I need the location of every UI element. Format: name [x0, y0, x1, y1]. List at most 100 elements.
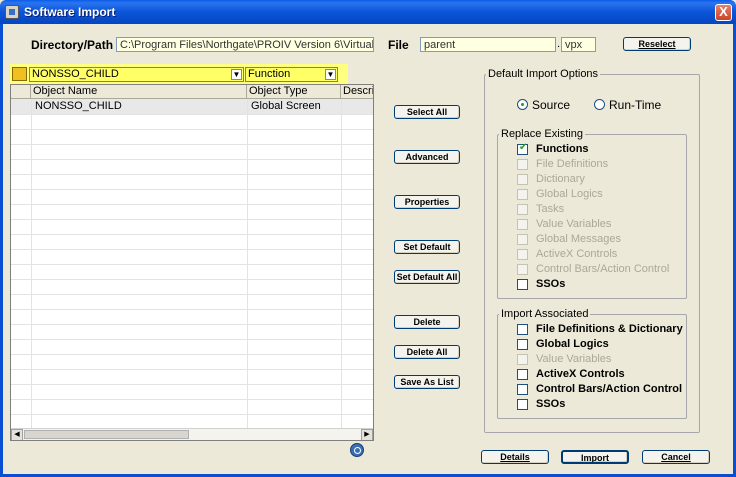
reselect-label: Reselect — [638, 39, 676, 49]
grid-line — [11, 399, 373, 400]
import-associated-legend: Import Associated — [499, 308, 591, 320]
runtime-radio[interactable] — [594, 99, 605, 110]
grid-line — [11, 129, 373, 130]
reselect-button[interactable]: Reselect — [623, 37, 691, 51]
properties-button[interactable]: Properties — [394, 195, 460, 209]
grid-line — [11, 264, 373, 265]
file-dot: . — [557, 38, 561, 50]
import-associated-checkbox[interactable] — [517, 369, 528, 380]
object-name-combo-value: NONSSO_CHILD — [32, 68, 119, 80]
object-type-combo-value: Function — [248, 68, 291, 80]
file-name-field[interactable]: parent — [420, 37, 556, 52]
grid-line — [11, 294, 373, 295]
import-associated-label: ActiveX Controls — [536, 368, 625, 380]
column-header-description[interactable]: Descri — [341, 85, 373, 99]
save-as-list-button[interactable]: Save As List — [394, 375, 460, 389]
grid-line — [11, 174, 373, 175]
replace-existing-legend: Replace Existing — [499, 128, 585, 140]
replace-existing-label: ActiveX Controls — [536, 248, 618, 260]
grid-line — [11, 384, 373, 385]
grid-line — [11, 414, 373, 415]
grid-line — [11, 324, 373, 325]
cancel-button[interactable]: Cancel — [642, 450, 710, 464]
directory-label: Directory/Path — [31, 38, 114, 52]
object-name-combo[interactable]: NONSSO_CHILD ▼ — [29, 67, 244, 82]
horizontal-scrollbar[interactable]: ◀ ▶ — [11, 428, 373, 440]
select-all-button[interactable]: Select All — [394, 105, 460, 119]
import-associated-label: Control Bars/Action Control — [536, 383, 683, 395]
import-button[interactable]: Import — [561, 450, 629, 464]
cancel-label: Cancel — [661, 452, 691, 462]
details-button[interactable]: Details — [481, 450, 549, 464]
row-header-corner — [11, 85, 31, 99]
grid-line — [11, 144, 373, 145]
object-grid[interactable]: Object Name Object Type Descri NONSSO_CH… — [10, 84, 374, 441]
replace-existing-checkbox — [517, 264, 528, 275]
import-associated-label: File Definitions & Dictionary — [536, 323, 683, 335]
folder-icon[interactable] — [12, 67, 27, 81]
source-radio-label: Source — [532, 98, 571, 112]
import-associated-label: SSOs — [536, 398, 566, 410]
magnifier-icon[interactable] — [350, 443, 364, 457]
table-cell-type: Global Screen — [251, 100, 321, 112]
import-associated-label: Value Variables — [536, 353, 612, 365]
app-icon — [5, 5, 19, 19]
advanced-button[interactable]: Advanced — [394, 150, 460, 164]
import-associated-checkbox[interactable] — [517, 339, 528, 350]
grid-line — [11, 354, 373, 355]
chevron-down-icon[interactable]: ▼ — [325, 69, 336, 80]
replace-existing-label: File Definitions — [536, 158, 609, 170]
import-associated-checkbox[interactable] — [517, 399, 528, 410]
object-type-combo[interactable]: Function ▼ — [245, 67, 338, 82]
replace-existing-checkbox[interactable] — [517, 142, 528, 155]
replace-existing-checkbox[interactable] — [517, 279, 528, 290]
grid-line — [11, 369, 373, 370]
runtime-radio-label: Run-Time — [609, 98, 662, 112]
scroll-right-icon[interactable]: ▶ — [361, 429, 373, 440]
grid-line — [11, 234, 373, 235]
file-extension-field[interactable]: vpx — [561, 37, 596, 52]
import-associated-checkbox — [517, 354, 528, 365]
chevron-down-icon[interactable]: ▼ — [231, 69, 242, 80]
window-title: Software Import — [24, 5, 116, 19]
replace-existing-checkbox — [517, 159, 528, 170]
column-header-object-name[interactable]: Object Name — [31, 85, 247, 99]
replace-existing-label: Functions — [536, 143, 589, 155]
table-cell-name: NONSSO_CHILD — [35, 100, 122, 112]
replace-existing-checkbox — [517, 189, 528, 200]
grid-line — [11, 309, 373, 310]
close-button[interactable]: X — [715, 4, 732, 21]
import-associated-checkbox[interactable] — [517, 384, 528, 395]
default-import-options-legend: Default Import Options — [486, 68, 601, 80]
replace-existing-checkbox — [517, 234, 528, 245]
scroll-left-icon[interactable]: ◀ — [11, 429, 23, 440]
import-label: Import — [581, 453, 609, 463]
replace-existing-checkbox — [517, 174, 528, 185]
grid-line — [11, 219, 373, 220]
delete-button[interactable]: Delete — [394, 315, 460, 329]
column-header-object-type[interactable]: Object Type — [247, 85, 341, 99]
replace-existing-checkbox — [517, 204, 528, 215]
set-default-all-button[interactable]: Set Default All — [394, 270, 460, 284]
replace-existing-label: Control Bars/Action Control — [536, 263, 670, 275]
replace-existing-checkbox — [517, 249, 528, 260]
import-associated-checkbox[interactable] — [517, 324, 528, 335]
import-associated-label: Global Logics — [536, 338, 609, 350]
replace-existing-label: Global Logics — [536, 188, 603, 200]
replace-existing-label: Value Variables — [536, 218, 612, 230]
grid-line — [11, 279, 373, 280]
grid-line — [11, 339, 373, 340]
grid-line — [11, 249, 373, 250]
grid-line — [11, 189, 373, 190]
file-label: File — [388, 38, 409, 52]
scrollbar-thumb[interactable] — [24, 430, 189, 439]
set-default-button[interactable]: Set Default — [394, 240, 460, 254]
replace-existing-checkbox — [517, 219, 528, 230]
window-frame-left — [0, 24, 3, 477]
directory-path-field[interactable]: C:\Program Files\Northgate\PROIV Version… — [116, 37, 374, 52]
delete-all-button[interactable]: Delete All — [394, 345, 460, 359]
replace-existing-label: Dictionary — [536, 173, 585, 185]
source-radio[interactable] — [517, 99, 528, 110]
replace-existing-label: Tasks — [536, 203, 565, 215]
grid-line — [11, 114, 373, 115]
